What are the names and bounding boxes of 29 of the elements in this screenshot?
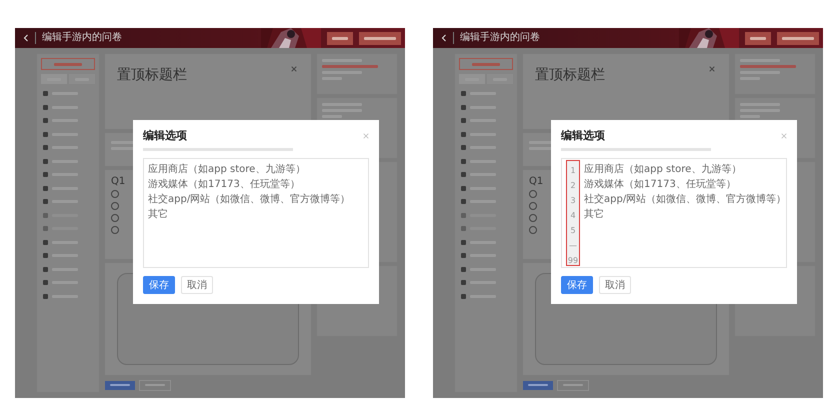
line-number: 3 (570, 195, 576, 207)
option-text: 社交app/网站（如微信、微博、官方微博等） (584, 192, 786, 207)
line-number: 1 (570, 165, 576, 177)
line-number: 5 (570, 225, 576, 237)
question-number: Q1 (529, 176, 544, 188)
cancel-button[interactable]: 取消 (181, 276, 213, 294)
option-text: 其它 (148, 208, 169, 222)
line-number: 2 (570, 180, 576, 192)
line-number: — (569, 240, 577, 252)
options-textarea[interactable]: 1 2 3 4 5 — 99 应用商店（如app store、九游等） 游戏媒体（如17173、任玩堂等） 社交app/网站（如微信、微博、官方微博等） 其它 (561, 158, 787, 268)
dialog-title: 编辑选项 (143, 128, 187, 143)
header-title: 编辑手游内的问卷 (453, 32, 540, 44)
option-text: 应用商店（如app store、九游等） (148, 162, 306, 177)
page-title: 置顶标题栏 (535, 67, 605, 83)
header-title: 编辑手游内的问卷 (35, 32, 122, 44)
question-number: Q1 (111, 176, 126, 188)
save-button[interactable]: 保存 (143, 276, 175, 294)
option-text: 游戏媒体（如17173、任玩堂等） (148, 178, 301, 192)
line-number: 99 (568, 255, 578, 267)
cancel-button[interactable]: 取消 (599, 276, 631, 294)
line-number: 4 (570, 210, 576, 222)
option-text: 应用商店（如app store、九游等） (584, 162, 742, 177)
page-title: 置顶标题栏 (117, 67, 187, 83)
save-button[interactable]: 保存 (561, 276, 593, 294)
option-text: 游戏媒体（如17173、任玩堂等） (584, 178, 737, 192)
dialog-title: 编辑选项 (561, 128, 605, 143)
options-textarea[interactable]: 应用商店（如app store、九游等） 游戏媒体（如17173、任玩堂等） 社交app/网站（如微信、微博、官方微博等） 其它 (143, 158, 369, 268)
option-text: 社交app/网站（如微信、微博、官方微博等） (148, 192, 350, 207)
option-text: 其它 (584, 208, 605, 222)
